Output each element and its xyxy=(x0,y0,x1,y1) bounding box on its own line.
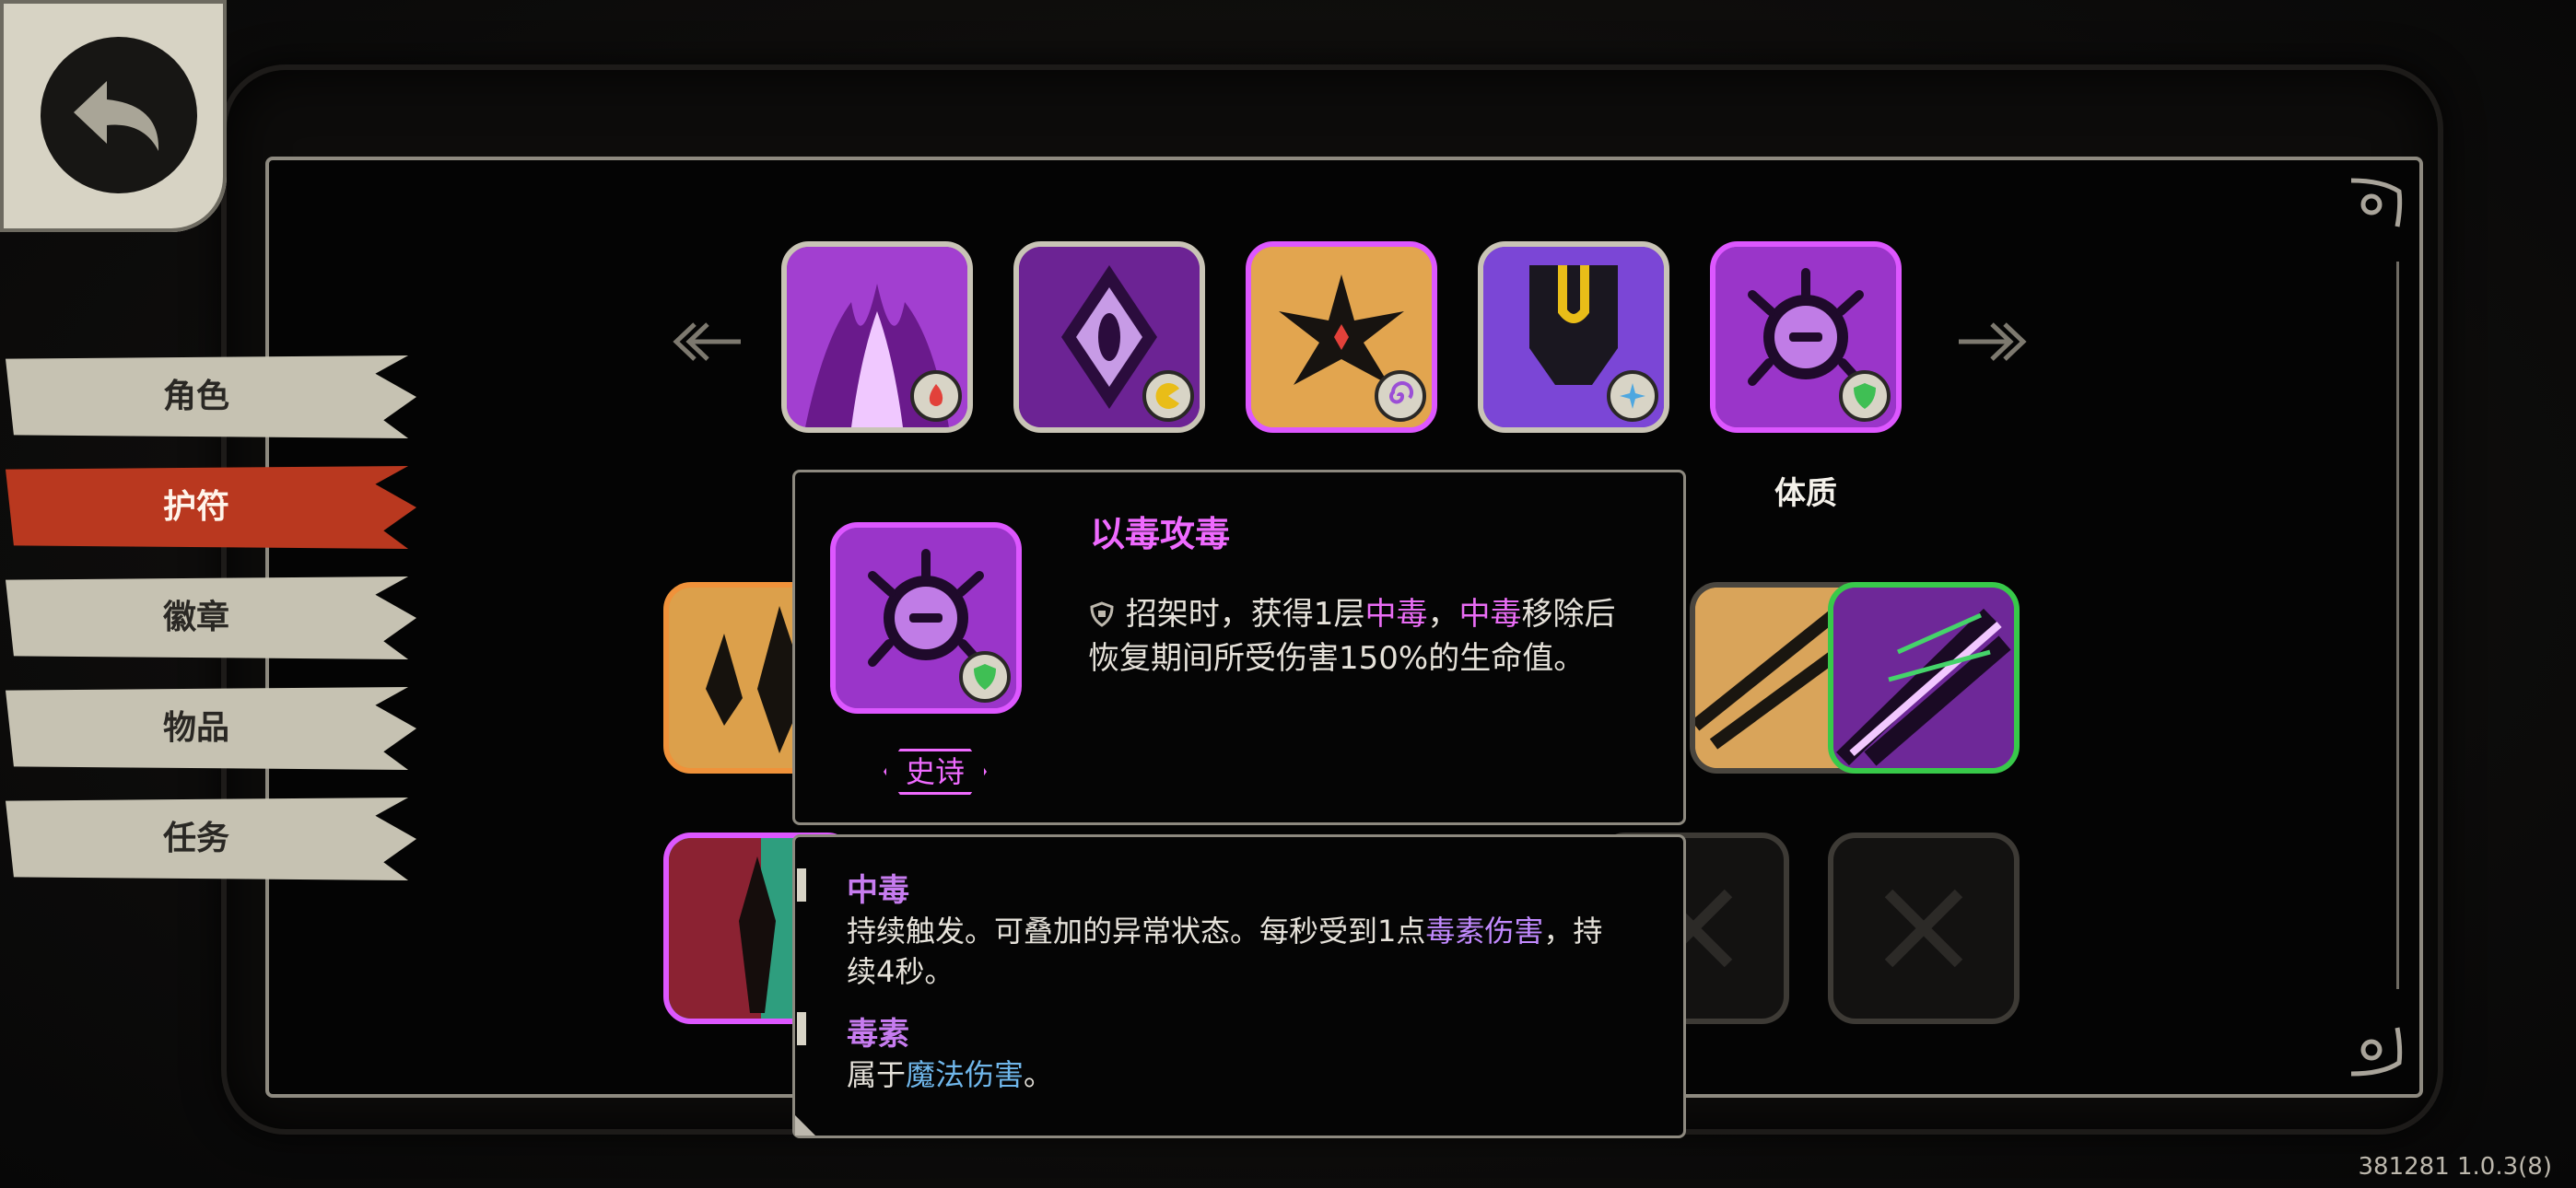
charm-slot-inventory[interactable] xyxy=(1828,582,2020,774)
keyword-toxin-damage[interactable]: 毒素伤害 xyxy=(1425,914,1543,949)
sidebar-item-label: 物品 xyxy=(162,709,229,747)
fire-badge-icon xyxy=(910,370,962,422)
sidebar-item-label: 角色 xyxy=(162,378,229,415)
desc-text: 移除后 xyxy=(1521,596,1616,633)
charm-slot-perception[interactable] xyxy=(1478,241,1669,433)
glossary-text-toxin: 属于魔法伤害。 xyxy=(847,1054,1639,1095)
charm-slot-agility[interactable] xyxy=(1013,241,1205,433)
slash-strike-icon xyxy=(1833,588,2014,768)
keyword-magic-damage[interactable]: 魔法伤害 xyxy=(906,1057,1024,1092)
charm-slot-intellect[interactable] xyxy=(1246,241,1437,433)
charm-slot-constitution[interactable] xyxy=(1710,241,1902,433)
corner-notch-icon xyxy=(795,1115,815,1136)
back-arrow-icon xyxy=(41,37,197,193)
prev-arrow-icon[interactable] xyxy=(671,317,744,367)
glossary-marker xyxy=(797,868,806,902)
version-label: 381281 1.0.3(8) xyxy=(2358,1153,2552,1181)
shield-badge-icon xyxy=(959,651,1011,703)
desc-separator: ， xyxy=(1427,596,1459,633)
keyword-poison[interactable]: 中毒 xyxy=(1364,596,1427,633)
sidebar-item-label: 徽章 xyxy=(162,599,229,636)
desc-text: 恢复期间所受伤害150%的生命值。 xyxy=(1088,640,1586,677)
sidebar-item-items[interactable]: 物品 xyxy=(6,687,416,770)
back-button[interactable] xyxy=(0,0,227,232)
next-arrow-icon[interactable] xyxy=(1955,317,2029,367)
desc-text: 招架时，获得1层 xyxy=(1125,596,1365,633)
swirl-badge-icon xyxy=(1375,370,1426,422)
parry-shield-icon xyxy=(1090,601,1114,627)
corner-ornament-icon xyxy=(2350,1027,2403,1077)
corner-ornament-icon xyxy=(2350,178,2403,227)
glossary-title-poison: 中毒 xyxy=(847,872,909,909)
charm-slot-strength[interactable] xyxy=(781,241,973,433)
keyword-poison[interactable]: 中毒 xyxy=(1458,596,1521,633)
glossary-marker xyxy=(797,1012,806,1045)
charm-name: 以毒攻毒 xyxy=(1090,514,1231,554)
glossary-text: ，持 xyxy=(1543,914,1603,949)
empty-slot[interactable] xyxy=(1828,833,2020,1024)
panel-divider xyxy=(2396,262,2399,989)
glossary-text: 续4秒。 xyxy=(847,954,954,989)
glossary-text: 。 xyxy=(1024,1057,1054,1092)
glossary-tooltip: 中毒 持续触发。可叠加的异常状态。每秒受到1点毒素伤害，持续4秒。 毒素 属于魔… xyxy=(792,834,1686,1138)
tooltip-charm-icon xyxy=(830,522,1022,714)
sidebar-item-label: 任务 xyxy=(162,820,229,857)
glossary-text: 持续触发。可叠加的异常状态。每秒受到1点 xyxy=(847,914,1426,949)
charm-description: 招架时，获得1层中毒，中毒移除后 恢复期间所受伤害150%的生命值。 xyxy=(1088,592,1696,681)
rarity-tag: 史诗 xyxy=(884,749,987,795)
sidebar-item-quests[interactable]: 任务 xyxy=(6,798,416,880)
pacman-badge-icon xyxy=(1142,370,1194,422)
glossary-text: 属于 xyxy=(847,1057,907,1092)
sidebar-item-label: 护符 xyxy=(162,488,229,526)
shield-badge-icon xyxy=(1839,370,1891,422)
stat-label-constitution: 体质 xyxy=(1774,475,1837,512)
sidebar-item-charms[interactable]: 护符 xyxy=(6,466,416,549)
sidebar-item-character[interactable]: 角色 xyxy=(6,355,416,438)
glossary-text-poison: 持续触发。可叠加的异常状态。每秒受到1点毒素伤害，持续4秒。 xyxy=(847,911,1639,992)
star-badge-icon xyxy=(1607,370,1658,422)
empty-x-icon xyxy=(1884,889,1963,968)
charm-tooltip: 以毒攻毒 招架时，获得1层中毒，中毒移除后 恢复期间所受伤害150%的生命值。 史… xyxy=(792,470,1686,825)
sidebar-item-badges[interactable]: 徽章 xyxy=(6,577,416,659)
glossary-title-toxin: 毒素 xyxy=(847,1016,909,1053)
